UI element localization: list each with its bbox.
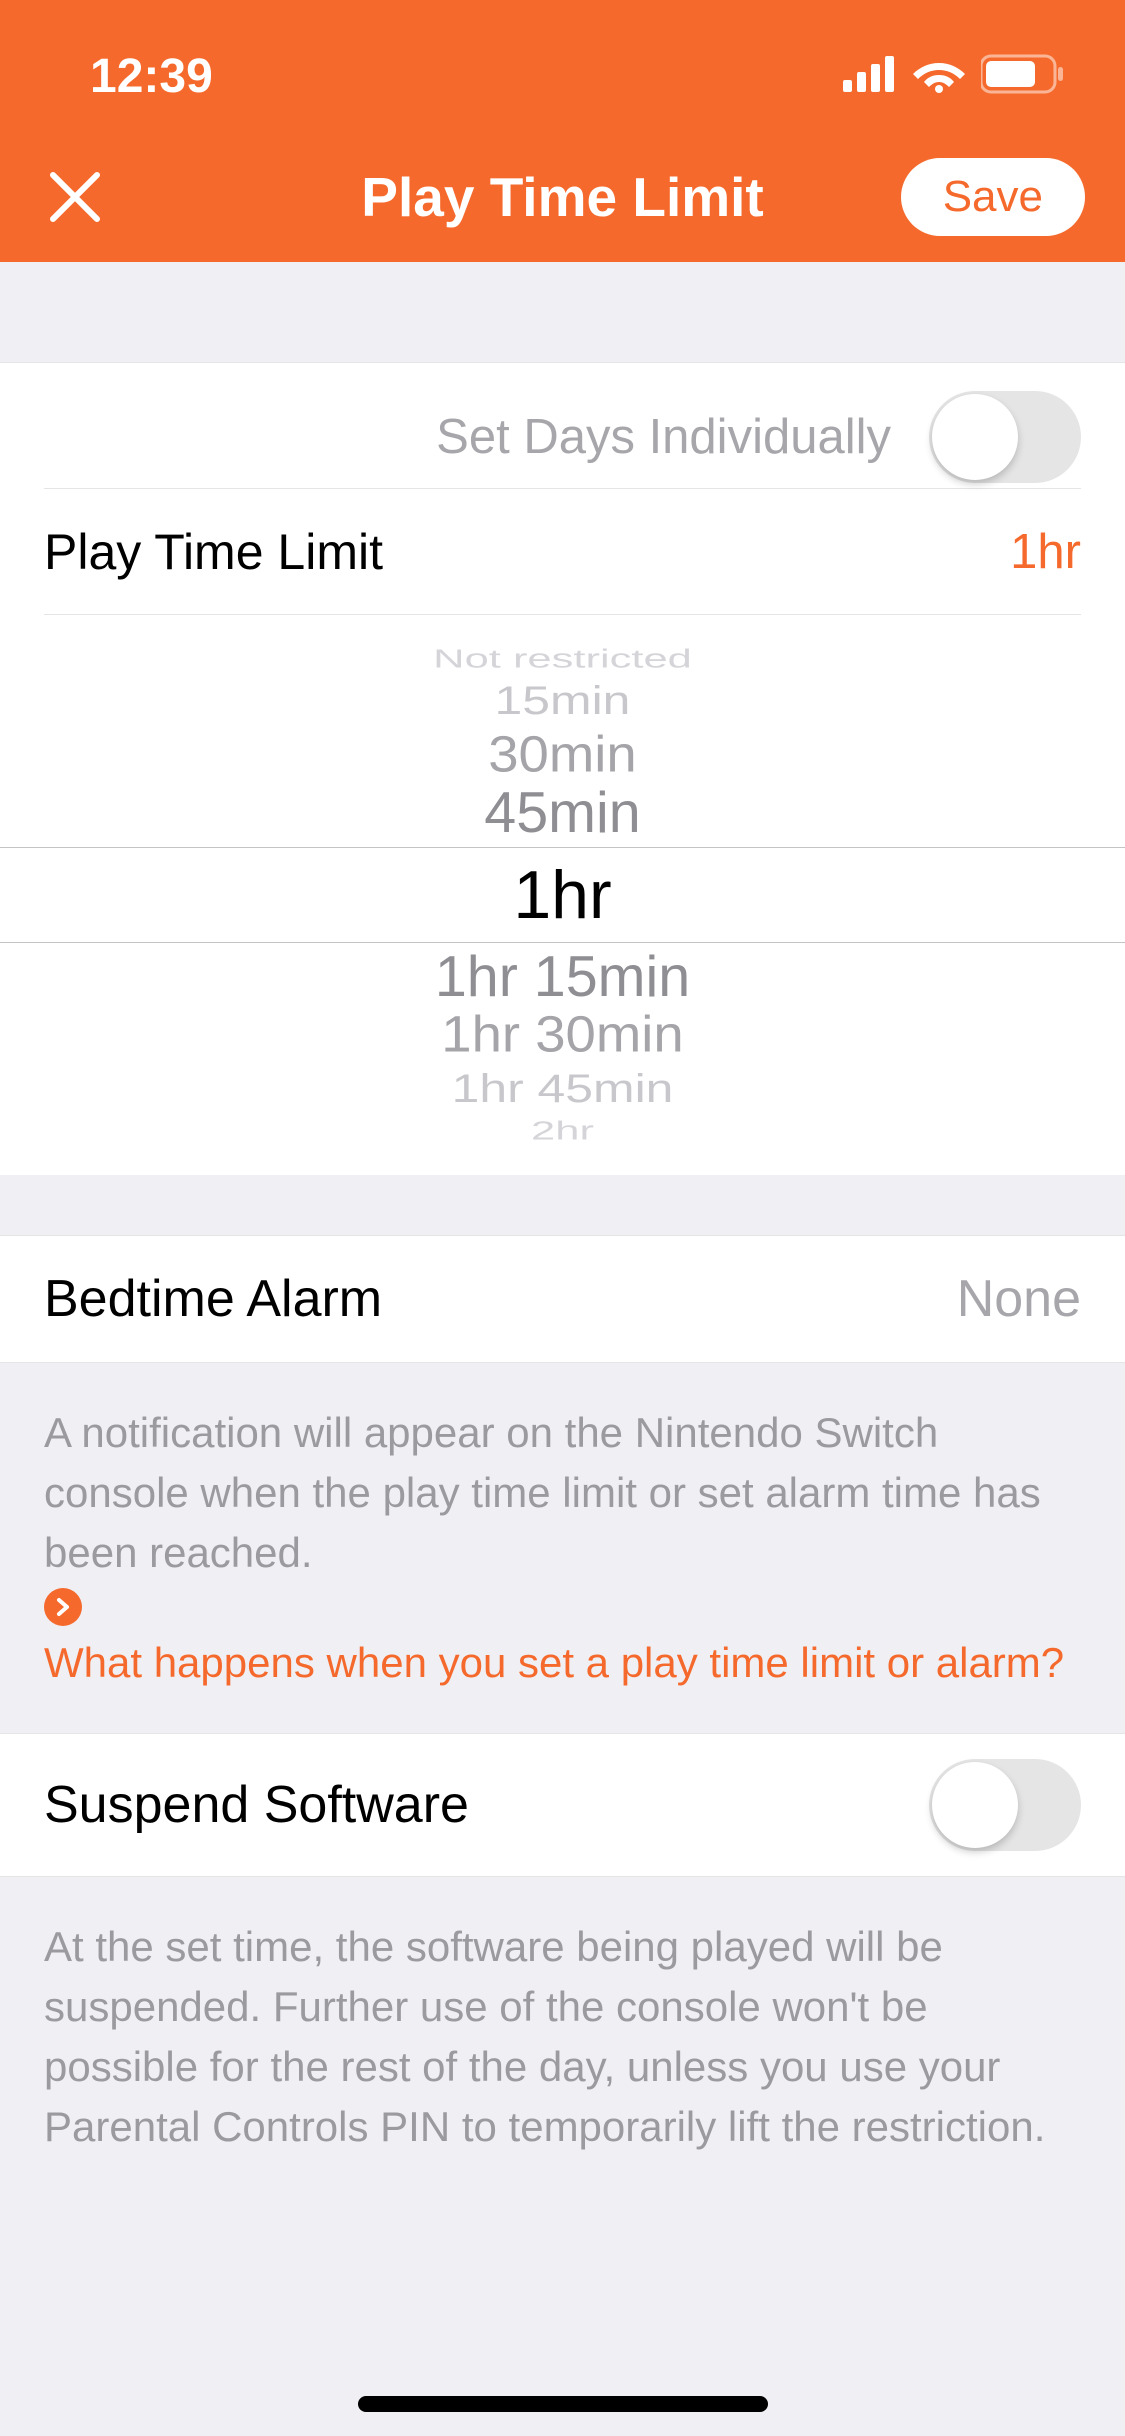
time-picker[interactable]: Not restricted 15min 30min 45min 1hr 1hr… <box>0 615 1125 1175</box>
picker-option-selected[interactable]: 1hr <box>0 848 1125 942</box>
status-icons <box>843 54 1065 99</box>
suspend-software-row[interactable]: Suspend Software <box>0 1733 1125 1877</box>
set-days-row[interactable]: Set Days Individually <box>0 363 1125 489</box>
picker-option[interactable]: 2hr <box>141 1118 985 1144</box>
play-time-limit-label: Play Time Limit <box>44 523 383 581</box>
info-link-text: What happens when you set a play time li… <box>44 1633 1064 1693</box>
bedtime-alarm-value: None <box>957 1269 1081 1329</box>
spacer <box>0 262 1125 362</box>
info-section: A notification will appear on the Ninten… <box>0 1363 1125 1733</box>
toggle-knob <box>932 1762 1018 1848</box>
play-time-limit-row[interactable]: Play Time Limit 1hr <box>0 489 1125 615</box>
close-icon <box>45 167 105 227</box>
picker-option[interactable]: 30min <box>34 729 1092 780</box>
wifi-icon <box>913 55 965 98</box>
bedtime-alarm-label: Bedtime Alarm <box>44 1269 382 1329</box>
picker-option[interactable]: 15min <box>79 681 1047 720</box>
picker-option[interactable]: 1hr 15min <box>6 948 1120 1005</box>
nav-bar: Play Time Limit Save <box>0 132 1125 262</box>
picker-option[interactable]: 45min <box>6 784 1120 841</box>
close-button[interactable] <box>40 162 110 232</box>
picker-option[interactable]: Not restricted <box>141 646 985 672</box>
set-days-label: Set Days Individually <box>436 409 891 465</box>
bedtime-alarm-row[interactable]: Bedtime Alarm None <box>0 1235 1125 1363</box>
picker-option[interactable]: 1hr 30min <box>34 1009 1092 1060</box>
content: Set Days Individually Play Time Limit 1h… <box>0 262 1125 2197</box>
info-link[interactable]: What happens when you set a play time li… <box>44 1583 1081 1693</box>
page-title: Play Time Limit <box>361 165 763 229</box>
set-days-toggle[interactable] <box>929 391 1081 483</box>
suspend-info-text: At the set time, the software being play… <box>44 1917 1081 2157</box>
status-time: 12:39 <box>60 49 213 104</box>
cellular-signal-icon <box>843 56 897 97</box>
chevron-right-icon <box>44 1588 82 1626</box>
status-bar: 12:39 <box>0 0 1125 132</box>
toggle-knob <box>932 394 1018 480</box>
settings-group: Set Days Individually Play Time Limit 1h… <box>0 362 1125 1175</box>
suspend-info-section: At the set time, the software being play… <box>0 1877 1125 2197</box>
info-text: A notification will appear on the Ninten… <box>44 1403 1081 1583</box>
save-button[interactable]: Save <box>901 158 1085 236</box>
battery-icon <box>981 54 1065 99</box>
suspend-software-toggle[interactable] <box>929 1759 1081 1851</box>
suspend-software-label: Suspend Software <box>44 1775 469 1835</box>
home-indicator[interactable] <box>358 2396 768 2412</box>
picker-option[interactable]: 1hr 45min <box>79 1069 1047 1108</box>
play-time-limit-value: 1hr <box>1010 524 1081 580</box>
